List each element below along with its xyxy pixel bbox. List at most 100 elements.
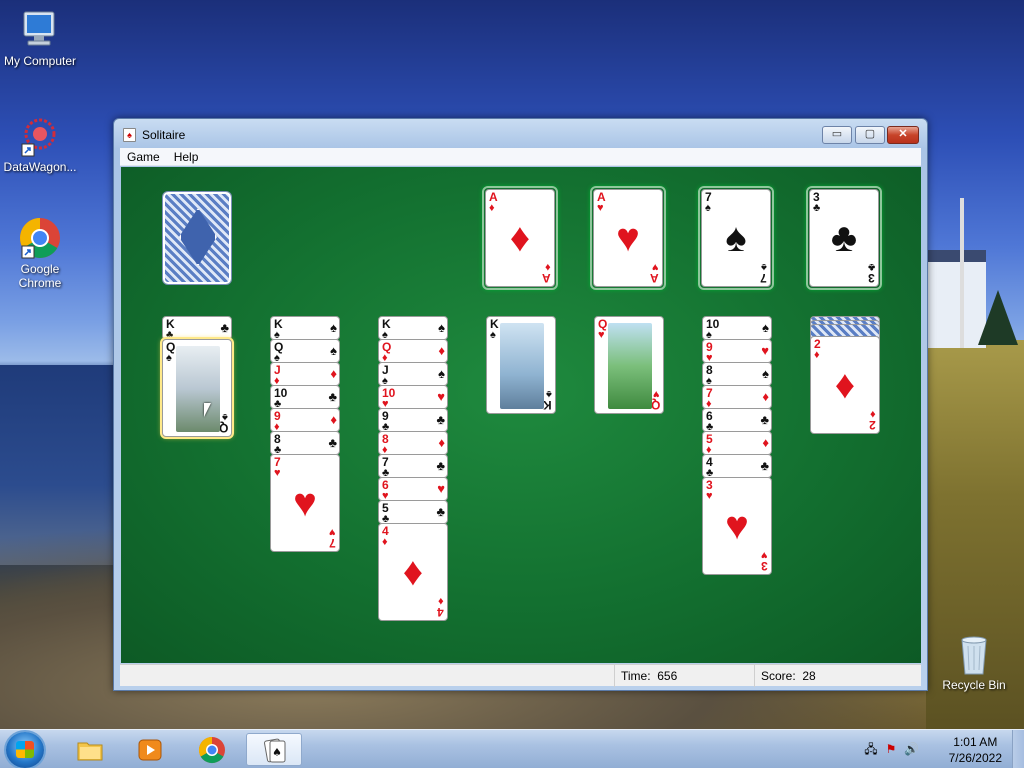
playing-card[interactable]: A ♦ A ♦ ♦ <box>485 189 555 287</box>
card-pips: ♠ <box>330 343 337 358</box>
card-pips: ♠ <box>438 320 445 335</box>
card-pips: ♥ <box>437 481 445 496</box>
card-rank-bottom: A <box>542 271 551 285</box>
playing-card[interactable]: Q ♥ Q ♥ <box>594 316 664 414</box>
playing-card[interactable]: 3 ♥ 3 ♥ ♥ <box>702 477 772 575</box>
playing-card[interactable]: Q ♠ ♠ <box>270 339 340 363</box>
clock[interactable]: 1:01 AM 7/26/2022 <box>949 734 1002 766</box>
foundation-pile[interactable]: A ♥ A ♥ ♥ <box>590 186 666 290</box>
playing-card[interactable]: 2 ♦ 2 ♦ ♦ <box>810 336 880 434</box>
card-rank-bottom: 4 <box>437 605 444 619</box>
taskbar-file-explorer[interactable] <box>62 733 118 766</box>
playing-card[interactable]: 6 ♥ ♥ <box>378 477 448 501</box>
card-rank-bottom: 7 <box>329 536 336 550</box>
card-suit-bottom: ♦ <box>438 595 444 607</box>
close-button[interactable]: ✕ <box>887 126 919 144</box>
minimize-button[interactable]: ▭ <box>822 126 852 144</box>
card-pip: ♦ <box>509 216 531 260</box>
maximize-button[interactable]: ▢ <box>855 126 885 144</box>
playing-card[interactable]: 10 ♥ ♥ <box>378 385 448 409</box>
card-suit-bottom: ♥ <box>329 526 336 538</box>
chrome-icon <box>198 736 225 764</box>
taskbar-solitaire[interactable]: ♠ <box>246 733 302 766</box>
mouse-cursor <box>204 403 211 417</box>
desktop-icon-recycle-bin[interactable]: Recycle Bin <box>934 632 1014 692</box>
playing-card[interactable]: 8 ♠ ♠ <box>702 362 772 386</box>
playing-card[interactable]: Q ♠ Q ♠ <box>162 339 232 437</box>
card-pips: ♠ <box>762 320 769 335</box>
card-pips: ♥ <box>761 343 769 358</box>
playing-card[interactable]: 10 ♣ ♣ <box>270 385 340 409</box>
playing-card[interactable]: K ♠ K ♠ <box>486 316 556 414</box>
desktop-icon-google-chrome[interactable]: Google Chrome <box>0 216 80 290</box>
card-pip: ♠ <box>725 216 747 260</box>
foundation-pile[interactable]: 3 ♣ 3 ♣ ♣ <box>806 186 882 290</box>
card-pips: ♣ <box>760 412 769 427</box>
desktop-wallpaper-house <box>926 250 986 348</box>
playing-card[interactable]: 9 ♥ ♥ <box>702 339 772 363</box>
playing-card[interactable]: 4 ♣ ♣ <box>702 454 772 478</box>
card-suit: ♠ <box>705 202 711 214</box>
playing-card[interactable]: 7 ♦ ♦ <box>702 385 772 409</box>
desktop-icon-my-computer[interactable]: My Computer <box>0 8 80 68</box>
score-label: Score: <box>761 669 796 683</box>
time-value: 656 <box>657 669 678 683</box>
card-pips: ♦ <box>438 343 445 358</box>
playing-card[interactable]: Q ♦ ♦ <box>378 339 448 363</box>
card-pips: ♦ <box>438 435 445 450</box>
card-suit-bottom: ♦ <box>545 261 551 273</box>
playing-card[interactable]: K ♠ ♠ <box>378 316 448 340</box>
playing-card[interactable]: 8 ♣ ♣ <box>270 431 340 455</box>
playing-card[interactable]: J ♠ ♠ <box>378 362 448 386</box>
card-pips: ♦ <box>330 412 337 427</box>
playing-card[interactable]: J ♦ ♦ <box>270 362 340 386</box>
recycle-bin-icon <box>961 636 987 675</box>
playing-card[interactable]: 3 ♣ 3 ♣ ♣ <box>809 189 879 287</box>
playing-card[interactable]: 8 ♦ ♦ <box>378 431 448 455</box>
playing-card[interactable]: A ♥ A ♥ ♥ <box>593 189 663 287</box>
playing-card[interactable]: 7 ♠ 7 ♠ ♠ <box>701 189 771 287</box>
window-title: Solitaire <box>142 128 186 142</box>
card-rank-bottom: Q <box>218 421 228 435</box>
volume-icon[interactable]: 🔊 <box>904 742 919 756</box>
card-suit: ♥ <box>706 490 713 502</box>
card-suit: ♠ <box>490 329 496 341</box>
desktop-icon-datawagon[interactable]: DataWagon... <box>0 114 80 174</box>
foundation-pile[interactable]: A ♦ A ♦ ♦ <box>482 186 558 290</box>
card-suit: ♥ <box>274 467 281 479</box>
time-display: Time: 656 <box>614 665 754 687</box>
network-icon[interactable]: 🖧 <box>864 742 878 756</box>
taskbar-media-player[interactable] <box>122 733 178 766</box>
playing-card[interactable]: 5 ♣ ♣ <box>378 500 448 524</box>
playing-card[interactable]: 5 ♦ ♦ <box>702 431 772 455</box>
menu-help[interactable]: Help <box>167 148 206 166</box>
menu-game[interactable]: Game <box>120 148 167 166</box>
card-pips: ♠ <box>330 320 337 335</box>
playing-card[interactable]: 10 ♠ ♠ <box>702 316 772 340</box>
playing-card[interactable]: 7 ♥ 7 ♥ ♥ <box>270 454 340 552</box>
score-display: Score: 28 <box>754 665 921 687</box>
system-tray: 🖧 ⚑ 🔊 1:01 AM 7/26/2022 <box>854 730 1024 768</box>
card-pips: ♣ <box>328 389 337 404</box>
action-center-flag-icon[interactable]: ⚑ <box>884 742 898 756</box>
show-desktop-button[interactable] <box>1012 730 1024 768</box>
playing-card[interactable]: 4 ♦ 4 ♦ ♦ <box>378 523 448 621</box>
playing-card[interactable]: 6 ♣ ♣ <box>702 408 772 432</box>
title-bar[interactable]: ♠ Solitaire ▭ ▢ ✕ <box>114 119 927 149</box>
card-back-pattern <box>179 208 217 266</box>
face-card-art <box>500 323 544 409</box>
playing-card[interactable]: 9 ♣ ♣ <box>378 408 448 432</box>
chrome-icon <box>20 218 60 259</box>
playing-card[interactable]: 7 ♣ ♣ <box>378 454 448 478</box>
taskbar-chrome[interactable] <box>184 733 240 766</box>
stock-pile[interactable] <box>163 192 231 284</box>
playing-card[interactable]: K ♠ ♠ <box>270 316 340 340</box>
face-card-art <box>608 323 652 409</box>
card-pips: ♦ <box>330 366 337 381</box>
foundation-pile[interactable]: 7 ♠ 7 ♠ ♠ <box>698 186 774 290</box>
playing-card[interactable]: K ♣ ♣ <box>162 316 232 340</box>
card-suit: ♥ <box>597 202 604 214</box>
computer-icon <box>23 11 55 46</box>
start-button[interactable] <box>6 732 44 768</box>
playing-card[interactable]: 9 ♦ ♦ <box>270 408 340 432</box>
